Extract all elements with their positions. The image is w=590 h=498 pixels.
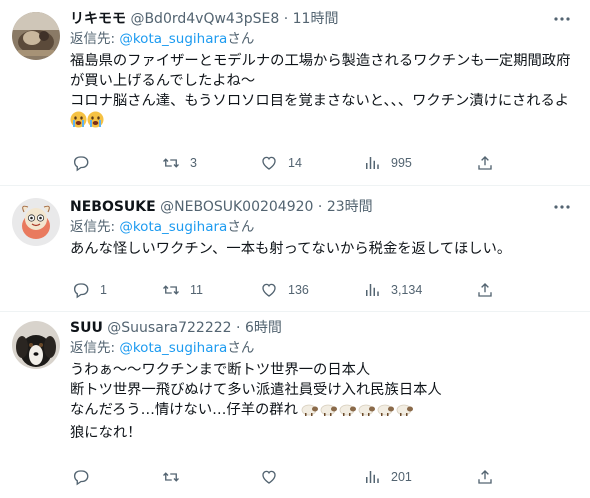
reply-icon (73, 156, 89, 172)
reply-icon (73, 283, 89, 299)
views-button[interactable]: 3,134 (363, 280, 422, 300)
like-button[interactable] (260, 467, 288, 487)
views-icon (366, 471, 379, 483)
avatar[interactable] (12, 321, 60, 369)
view-count: 995 (391, 156, 412, 170)
timestamp[interactable]: 11時間 (293, 11, 339, 27)
reply-icon (73, 470, 89, 486)
timestamp[interactable]: 23時間 (327, 199, 373, 215)
share-icon (478, 283, 492, 297)
like-button[interactable]: 136 (260, 280, 309, 300)
display-name[interactable]: リキモモ (70, 11, 126, 27)
view-count: 201 (391, 470, 412, 484)
tweet-line: うわぁ〜〜ワクチンまで断トツ世界一の日本人 (70, 362, 371, 378)
tweet-line: 狼になれ！ (70, 425, 142, 441)
tweet-line: なんだろう…情けない…仔羊の群れ (70, 402, 298, 418)
sheep-emoji (395, 402, 414, 423)
reply-prefix: 返信先: (70, 340, 120, 356)
retweet-icon (163, 472, 179, 482)
tweet-header: リキモモ @Bd0rd4vQw43pSE8 · 11時間 (70, 9, 578, 29)
like-count: 14 (288, 156, 302, 170)
tweet-header: NEBOSUKE @NEBOSUK00204920 · 23時間 (70, 197, 578, 217)
retweet-icon (163, 285, 179, 295)
tweet-line: 断トツ世界一飛びぬけて多い派遣社員受け入れ民族日本人 (70, 382, 442, 398)
reply-context: 返信先: @kota_sugiharaさん (70, 29, 578, 49)
share-button[interactable] (476, 467, 494, 487)
reply-handle-link[interactable]: @kota_sugihara (119, 340, 227, 356)
tweet[interactable]: SUU @Suusara722222 · 6時間 返信先: @kota_sugi… (0, 312, 590, 498)
more-icon[interactable] (552, 197, 572, 217)
reply-handle-link[interactable]: @kota_sugihara (119, 31, 227, 47)
avatar[interactable] (12, 12, 60, 60)
timestamp[interactable]: 6時間 (245, 320, 282, 336)
reply-handle-link[interactable]: @kota_sugihara (119, 219, 227, 235)
views-button[interactable]: 201 (363, 467, 412, 487)
reply-prefix: 返信先: (70, 219, 120, 235)
reply-count: 1 (100, 283, 107, 297)
crying-face-emoji (87, 111, 104, 134)
reply-button[interactable]: 1 (72, 280, 107, 300)
separator-dot: · (236, 320, 241, 336)
reply-button[interactable] (72, 467, 100, 487)
reply-suffix: さん (227, 340, 255, 356)
user-handle[interactable]: @Suusara722222 (107, 320, 231, 336)
tweet-actions: 1 11 136 3,134 (70, 280, 578, 300)
separator-dot: · (283, 11, 289, 27)
share-button[interactable] (476, 280, 494, 300)
avatar[interactable] (12, 198, 60, 246)
tweet-text: 福島県のファイザーとモデルナの工場から製造されるワクチンも一定期間政府が買い上げ… (70, 51, 578, 134)
like-icon (262, 156, 276, 170)
tweet[interactable]: NEBOSUKE @NEBOSUK00204920 · 23時間 返信先: @k… (0, 186, 590, 312)
reply-context: 返信先: @kota_sugiharaさん (70, 338, 578, 358)
views-icon (366, 284, 379, 296)
views-icon (366, 157, 379, 169)
display-name[interactable]: SUU (70, 320, 103, 336)
sheep-emoji (300, 402, 319, 423)
display-name[interactable]: NEBOSUKE (70, 199, 156, 215)
like-button[interactable]: 14 (260, 153, 302, 173)
reply-prefix: 返信先: (70, 31, 120, 47)
view-count: 3,134 (391, 283, 423, 297)
sheep-emoji (319, 402, 338, 423)
share-icon (478, 470, 492, 484)
tweet-text: あんな怪しいワクチン、一本も射ってないから税金を返してほしい。 (70, 241, 512, 257)
share-button[interactable] (476, 153, 494, 173)
sheep-emoji-row (300, 402, 414, 418)
tweet-body: 福島県のファイザーとモデルナの工場から製造されるワクチンも一定期間政府が買い上げ… (70, 53, 571, 109)
retweet-button[interactable]: 11 (162, 280, 203, 300)
retweet-button[interactable]: 3 (162, 153, 197, 173)
retweet-button[interactable] (162, 467, 190, 487)
retweet-count: 11 (190, 283, 203, 297)
views-button[interactable]: 995 (363, 153, 412, 173)
crying-face-emoji (70, 111, 87, 134)
separator-dot: · (317, 199, 323, 215)
retweet-count: 3 (190, 156, 197, 170)
user-handle[interactable]: @Bd0rd4vQw43pSE8 (130, 11, 279, 27)
like-icon (262, 470, 276, 484)
tweet-actions: 3 14 995 (70, 153, 578, 173)
like-icon (262, 283, 276, 297)
tweet-line-with-emoji: なんだろう…情けない…仔羊の群れ (70, 400, 578, 423)
tweet-actions: 201 (70, 467, 578, 487)
reply-suffix: さん (227, 219, 255, 235)
like-count: 136 (288, 283, 309, 297)
tweet[interactable]: リキモモ @Bd0rd4vQw43pSE8 · 11時間 返信先: @kota_… (0, 0, 590, 186)
user-handle[interactable]: @NEBOSUK00204920 (160, 199, 313, 215)
sheep-emoji (357, 402, 376, 423)
share-icon (478, 156, 492, 170)
retweet-icon (163, 158, 179, 168)
reply-button[interactable] (72, 153, 100, 173)
tweet-header: SUU @Suusara722222 · 6時間 (70, 318, 578, 338)
tweet-text: うわぁ〜〜ワクチンまで断トツ世界一の日本人 断トツ世界一飛びぬけて多い派遣社員受… (70, 360, 578, 443)
sheep-emoji (376, 402, 395, 423)
reply-suffix: さん (227, 31, 255, 47)
reply-context: 返信先: @kota_sugiharaさん (70, 217, 578, 237)
sheep-emoji (338, 402, 357, 423)
more-icon[interactable] (552, 9, 572, 29)
